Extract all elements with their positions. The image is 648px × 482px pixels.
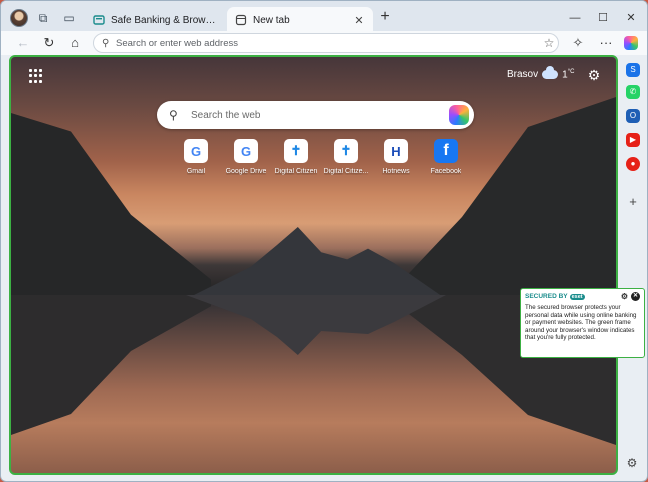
edge-sidebar: S ✆ O ▶ ● + ⚙ — [620, 55, 647, 479]
digital-citizen-icon: ✝ — [334, 139, 358, 163]
more-menu-icon[interactable]: ··· — [598, 35, 614, 51]
tab-strip: ⧉ ▭ Safe Banking & Browsing | ESET S New… — [1, 1, 647, 35]
quick-link-label: Digital Citizen — [274, 168, 318, 175]
app-launcher-icon[interactable] — [29, 69, 43, 83]
back-button[interactable]: ← — [15, 35, 31, 51]
whatsapp-icon[interactable]: ✆ — [626, 85, 640, 99]
search-icon: ⚲ — [102, 37, 110, 49]
tab-actions-icon[interactable]: ▭ — [61, 10, 77, 26]
minimize-button[interactable]: — — [565, 9, 585, 27]
quick-link-digital-citizen-2[interactable]: ✝ Digital Citize... — [321, 139, 371, 175]
favorite-star-icon[interactable]: ☆ — [540, 36, 558, 50]
skype-icon[interactable]: S — [626, 63, 640, 77]
refresh-button[interactable]: ↻ — [41, 35, 57, 51]
navigation-toolbar: ← ↻ ⌂ ⚲ Search or enter web address ☆ ✧ … — [1, 31, 647, 55]
tab-title: New tab — [253, 14, 290, 26]
tab-new-tab[interactable]: New tab ✕ — [227, 7, 373, 33]
maximize-button[interactable]: ☐ — [593, 9, 613, 27]
quick-link-label: Hotnews — [382, 168, 410, 175]
quick-link-label: Gmail — [186, 168, 206, 175]
profile-avatar[interactable] — [10, 9, 28, 27]
quick-link-facebook[interactable]: f Facebook — [421, 139, 471, 175]
new-tab-favicon-icon — [235, 14, 247, 26]
web-search-input[interactable]: Search the web — [187, 110, 449, 121]
quick-link-gmail[interactable]: G Gmail — [171, 139, 221, 175]
home-button[interactable]: ⌂ — [67, 35, 83, 51]
quick-link-label: Google Drive — [225, 168, 267, 175]
extensions-icon[interactable]: ✧ — [570, 35, 586, 51]
secured-by-label: SECURED BY — [525, 293, 568, 300]
tab-eset-banking[interactable]: Safe Banking & Browsing | ESET S — [85, 7, 225, 33]
eset-logo: eset — [569, 293, 585, 300]
google-icon: G — [184, 139, 208, 163]
browser-window: ⧉ ▭ Safe Banking & Browsing | ESET S New… — [0, 0, 648, 482]
quick-link-hotnews[interactable]: H Hotnews — [371, 139, 421, 175]
search-icon: ⚲ — [169, 108, 178, 122]
quick-link-google-drive[interactable]: G Google Drive — [221, 139, 271, 175]
quick-link-label: Facebook — [430, 168, 462, 175]
address-bar[interactable]: ⚲ Search or enter web address ☆ — [93, 33, 559, 53]
digital-citizen-icon: ✝ — [284, 139, 308, 163]
quick-link-label: Digital Citize... — [323, 168, 369, 175]
new-tab-page: Brasov 1°C ⚙ ⚲ Search the web G Gmail G … — [9, 55, 618, 475]
weather-temperature: 1°C — [562, 69, 575, 81]
weather-city: Brasov — [507, 69, 539, 81]
workspaces-icon[interactable]: ⧉ — [35, 10, 51, 26]
copilot-icon[interactable] — [624, 36, 638, 50]
youtube-icon[interactable]: ▶ — [626, 133, 640, 147]
add-sidebar-app-icon[interactable]: + — [626, 195, 640, 209]
sidebar-settings-gear-icon[interactable]: ⚙ — [624, 455, 640, 471]
quick-link-digital-citizen[interactable]: ✝ Digital Citizen — [271, 139, 321, 175]
address-input[interactable]: Search or enter web address — [116, 38, 540, 49]
eset-favicon-icon — [93, 14, 105, 26]
copilot-icon[interactable] — [449, 105, 469, 125]
page-settings-gear-icon[interactable]: ⚙ — [586, 67, 602, 83]
new-tab-button[interactable]: + — [377, 9, 393, 26]
tab-title: Safe Banking & Browsing | ESET S — [111, 14, 217, 26]
outlook-icon[interactable]: O — [626, 109, 640, 123]
web-search-box[interactable]: ⚲ Search the web — [157, 101, 474, 129]
hotnews-icon: H — [384, 139, 408, 163]
cloud-icon — [542, 66, 559, 80]
weather-widget[interactable]: Brasov 1°C — [507, 66, 575, 81]
google-icon: G — [234, 139, 258, 163]
youtube-music-icon[interactable]: ● — [626, 157, 640, 171]
close-tab-icon[interactable]: ✕ — [353, 14, 365, 27]
close-window-button[interactable]: ✕ — [621, 9, 641, 27]
facebook-icon: f — [434, 139, 458, 163]
quick-links: G Gmail G Google Drive ✝ Digital Citizen… — [171, 139, 471, 175]
